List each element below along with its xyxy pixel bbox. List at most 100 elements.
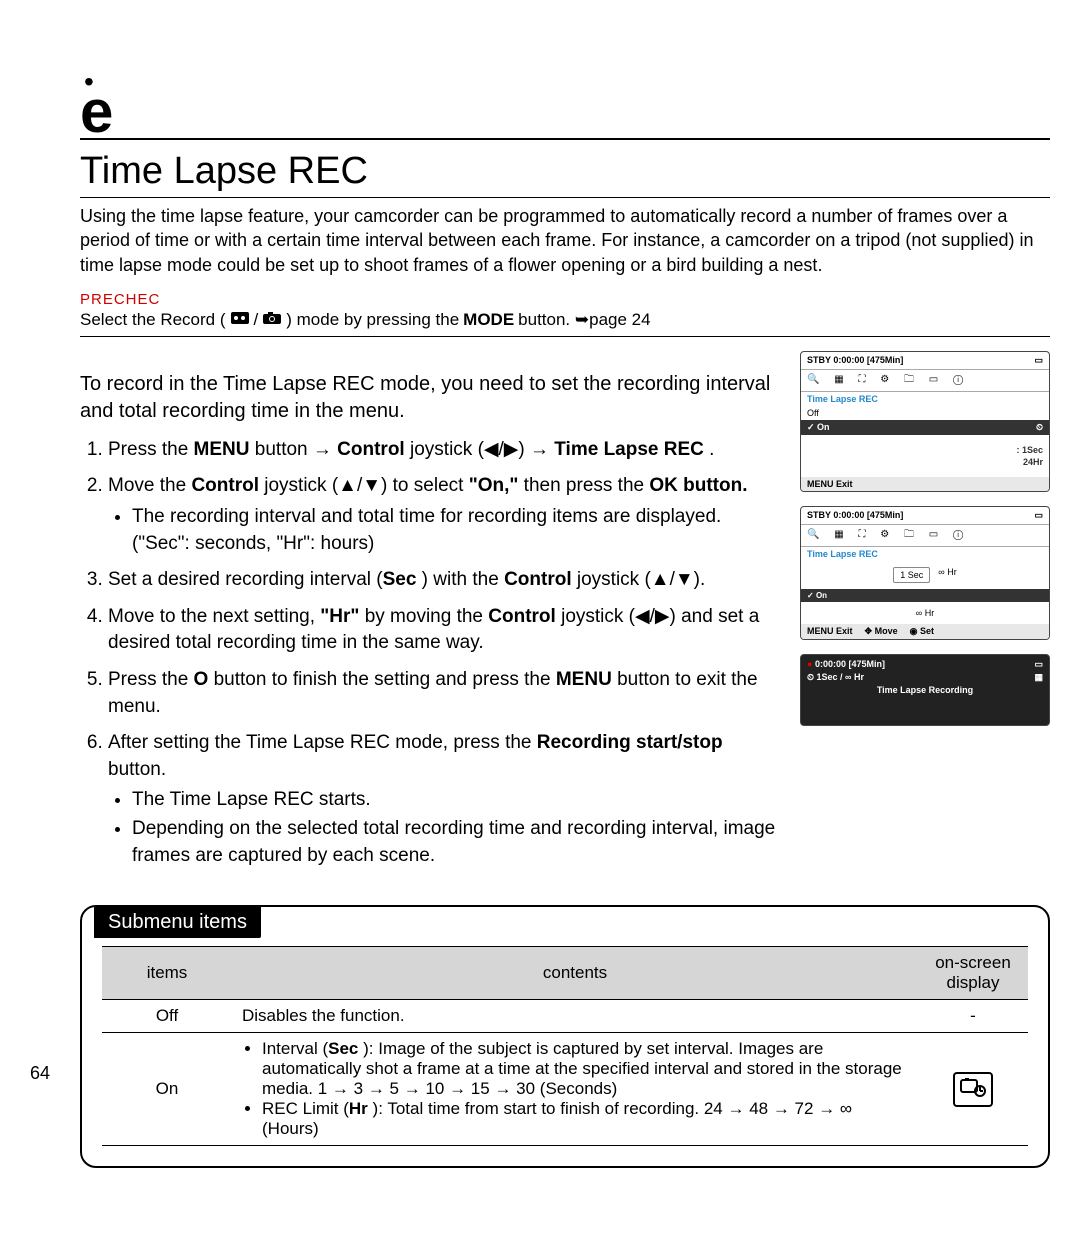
exit-foot2: Exit <box>836 626 853 636</box>
b1a: Interval ( <box>262 1039 328 1058</box>
sec-value: : 1Sec <box>1016 445 1043 455</box>
ok-button-label: OK button. <box>649 475 747 496</box>
remain-label: [475Min] <box>867 355 904 365</box>
row-on-content: Interval (Sec ): Image of the subject is… <box>232 1033 918 1146</box>
hr-label-s: Hr <box>947 567 957 577</box>
step4-by: by moving the <box>359 606 488 627</box>
step3-joy: joystick (▲/▼). <box>572 569 706 590</box>
control-label3: Control <box>504 569 572 590</box>
steps-list: Press the MENU button → Control joystick… <box>80 437 780 869</box>
tlr-label: Time Lapse REC <box>554 439 704 460</box>
hr-label: "Hr" <box>320 606 359 627</box>
hr-box2: ∞ Hr <box>916 608 934 618</box>
b1b: ): Image of the subject is captured by s… <box>262 1039 902 1098</box>
battery-icon: ▭ <box>1034 355 1043 366</box>
table-row: On Interval (Sec ): Image of the subject… <box>102 1033 1028 1146</box>
step-3: Set a desired recording interval (Sec ) … <box>108 567 780 594</box>
step2-then: then press the <box>518 475 649 496</box>
hr-label-s2: Hr <box>925 608 935 618</box>
header-glyph: e <box>80 77 113 146</box>
time-label: 0:00:00 <box>833 355 864 365</box>
exit-foot: Exit <box>836 479 853 489</box>
menu-label: MENU <box>194 439 250 460</box>
menu-label2: MENU <box>556 669 612 690</box>
on-label: "On," <box>469 475 519 496</box>
page-title: Time Lapse REC <box>80 150 1050 198</box>
lcd-screenshot-1: STBY 0:00:00 [475Min] ▭ 🔍 ▦ ⛶ ⚙ 🗀 ▭ ⓘ Ti… <box>800 351 1050 492</box>
page-number: 64 <box>30 1063 50 1084</box>
hr-value: 24Hr <box>1023 457 1043 467</box>
time-label3: 0:00:00 <box>815 659 846 669</box>
step6-bullet2: Depending on the selected total recordin… <box>132 816 780 869</box>
b2a: REC Limit ( <box>262 1099 349 1118</box>
step5-finish: button to finish the setting and press t… <box>208 669 556 690</box>
mode-line-suffix: ) mode by pressing the <box>286 310 459 330</box>
step5-text: Press the <box>108 669 194 690</box>
lcd-screenshot-2: STBY 0:00:00 [475Min] ▭ 🔍 ▦ ⛶ ⚙ 🗀 ▭ ⓘ Ti… <box>800 506 1050 640</box>
row-off-osd: - <box>918 1000 1028 1033</box>
shot-tlr-label2: Time Lapse REC <box>801 547 1049 561</box>
video-mode-icon <box>230 310 250 330</box>
sec-box: 1 Sec <box>893 567 930 583</box>
step2-joy: joystick (▲/▼) to select <box>259 475 469 496</box>
header-rule: • e <box>80 80 1050 140</box>
battery-icon3: ▭ <box>1034 659 1043 670</box>
timelapse-osd-icon <box>953 1072 993 1107</box>
row-on-osd <box>918 1033 1028 1146</box>
step-1: Press the MENU button → Control joystick… <box>108 437 780 464</box>
step3-text: Set a desired recording interval ( <box>108 569 383 590</box>
mode-select-line: Select the Record ( / ) mode by pressing… <box>80 310 1050 337</box>
col-items: items <box>102 947 232 1000</box>
stby-label2: STBY <box>807 510 831 520</box>
rec-line: Time Lapse Recording <box>807 685 1043 695</box>
row-on-bullet2: REC Limit (Hr ): Total time from start t… <box>262 1099 908 1139</box>
shot-icon-row: 🔍 ▦ ⛶ ⚙ 🗀 ▭ ⓘ <box>801 369 1049 392</box>
table-row: Off Disables the function. - <box>102 1000 1028 1033</box>
row-on-bullet1: Interval (Sec ): Image of the subject is… <box>262 1039 908 1099</box>
control-label: Control <box>337 439 405 460</box>
set-foot: Set <box>920 626 934 636</box>
time-label2: 0:00:00 <box>833 510 864 520</box>
row-off-item: Off <box>102 1000 232 1033</box>
step-5: Press the O button to finish the setting… <box>108 667 780 720</box>
step1-arrow: button → <box>250 439 338 460</box>
step-6: After setting the Time Lapse REC mode, p… <box>108 730 780 869</box>
on-option: On <box>817 422 830 432</box>
battery-icon2: ▭ <box>1034 510 1043 521</box>
rec-button-label: Recording start/stop <box>537 732 723 753</box>
intro-paragraph: Using the time lapse feature, your camco… <box>80 204 1050 277</box>
step6-bullet1: The Time Lapse REC starts. <box>132 787 780 814</box>
mode-button-label: MODE <box>463 310 514 330</box>
step1-end: . <box>704 439 715 460</box>
lcd-screenshot-3: ● 0:00:00 [475Min] ▭ ⏲ 1Sec / ∞ Hr ▦ Tim… <box>800 654 1050 726</box>
mode-line-mid: / <box>254 310 259 330</box>
sec-label-s: Sec <box>908 570 924 580</box>
b2hr: Hr <box>349 1099 368 1118</box>
control-label4: Control <box>488 606 556 627</box>
photo-mode-icon <box>262 310 282 330</box>
submenu-title: Submenu items <box>94 907 261 938</box>
step2-bullet: The recording interval and total time fo… <box>132 504 780 557</box>
on-option2: On <box>816 591 827 600</box>
control-label2: Control <box>191 475 259 496</box>
sec-label: Sec <box>383 569 417 590</box>
row-on-item: On <box>102 1033 232 1146</box>
submenu-table: items contents on-screen display Off Dis… <box>102 946 1028 1146</box>
precheck-label: PRECHEC <box>80 291 1050 308</box>
move-foot: Move <box>875 626 898 636</box>
remain-label3: [475Min] <box>849 659 886 669</box>
b1sec: Sec <box>328 1039 358 1058</box>
step1-text: Press the <box>108 439 194 460</box>
step1-joy: joystick (◀/▶) → <box>405 439 555 460</box>
ok-short-label: O <box>194 669 209 690</box>
shot-tlr-label: Time Lapse REC <box>801 392 1049 406</box>
step6-text: After setting the Time Lapse REC mode, p… <box>108 732 537 753</box>
stby-label: STBY <box>807 355 831 365</box>
step3-with: ) with the <box>416 569 504 590</box>
mode-line-prefix: Select the Record ( <box>80 310 226 330</box>
lead-paragraph: To record in the Time Lapse REC mode, yo… <box>80 371 780 425</box>
step-2: Move the Control joystick (▲/▼) to selec… <box>108 473 780 557</box>
remain-label2: [475Min] <box>867 510 904 520</box>
rec-dot-icon: ● <box>807 659 812 669</box>
off-option: Off <box>807 408 819 418</box>
